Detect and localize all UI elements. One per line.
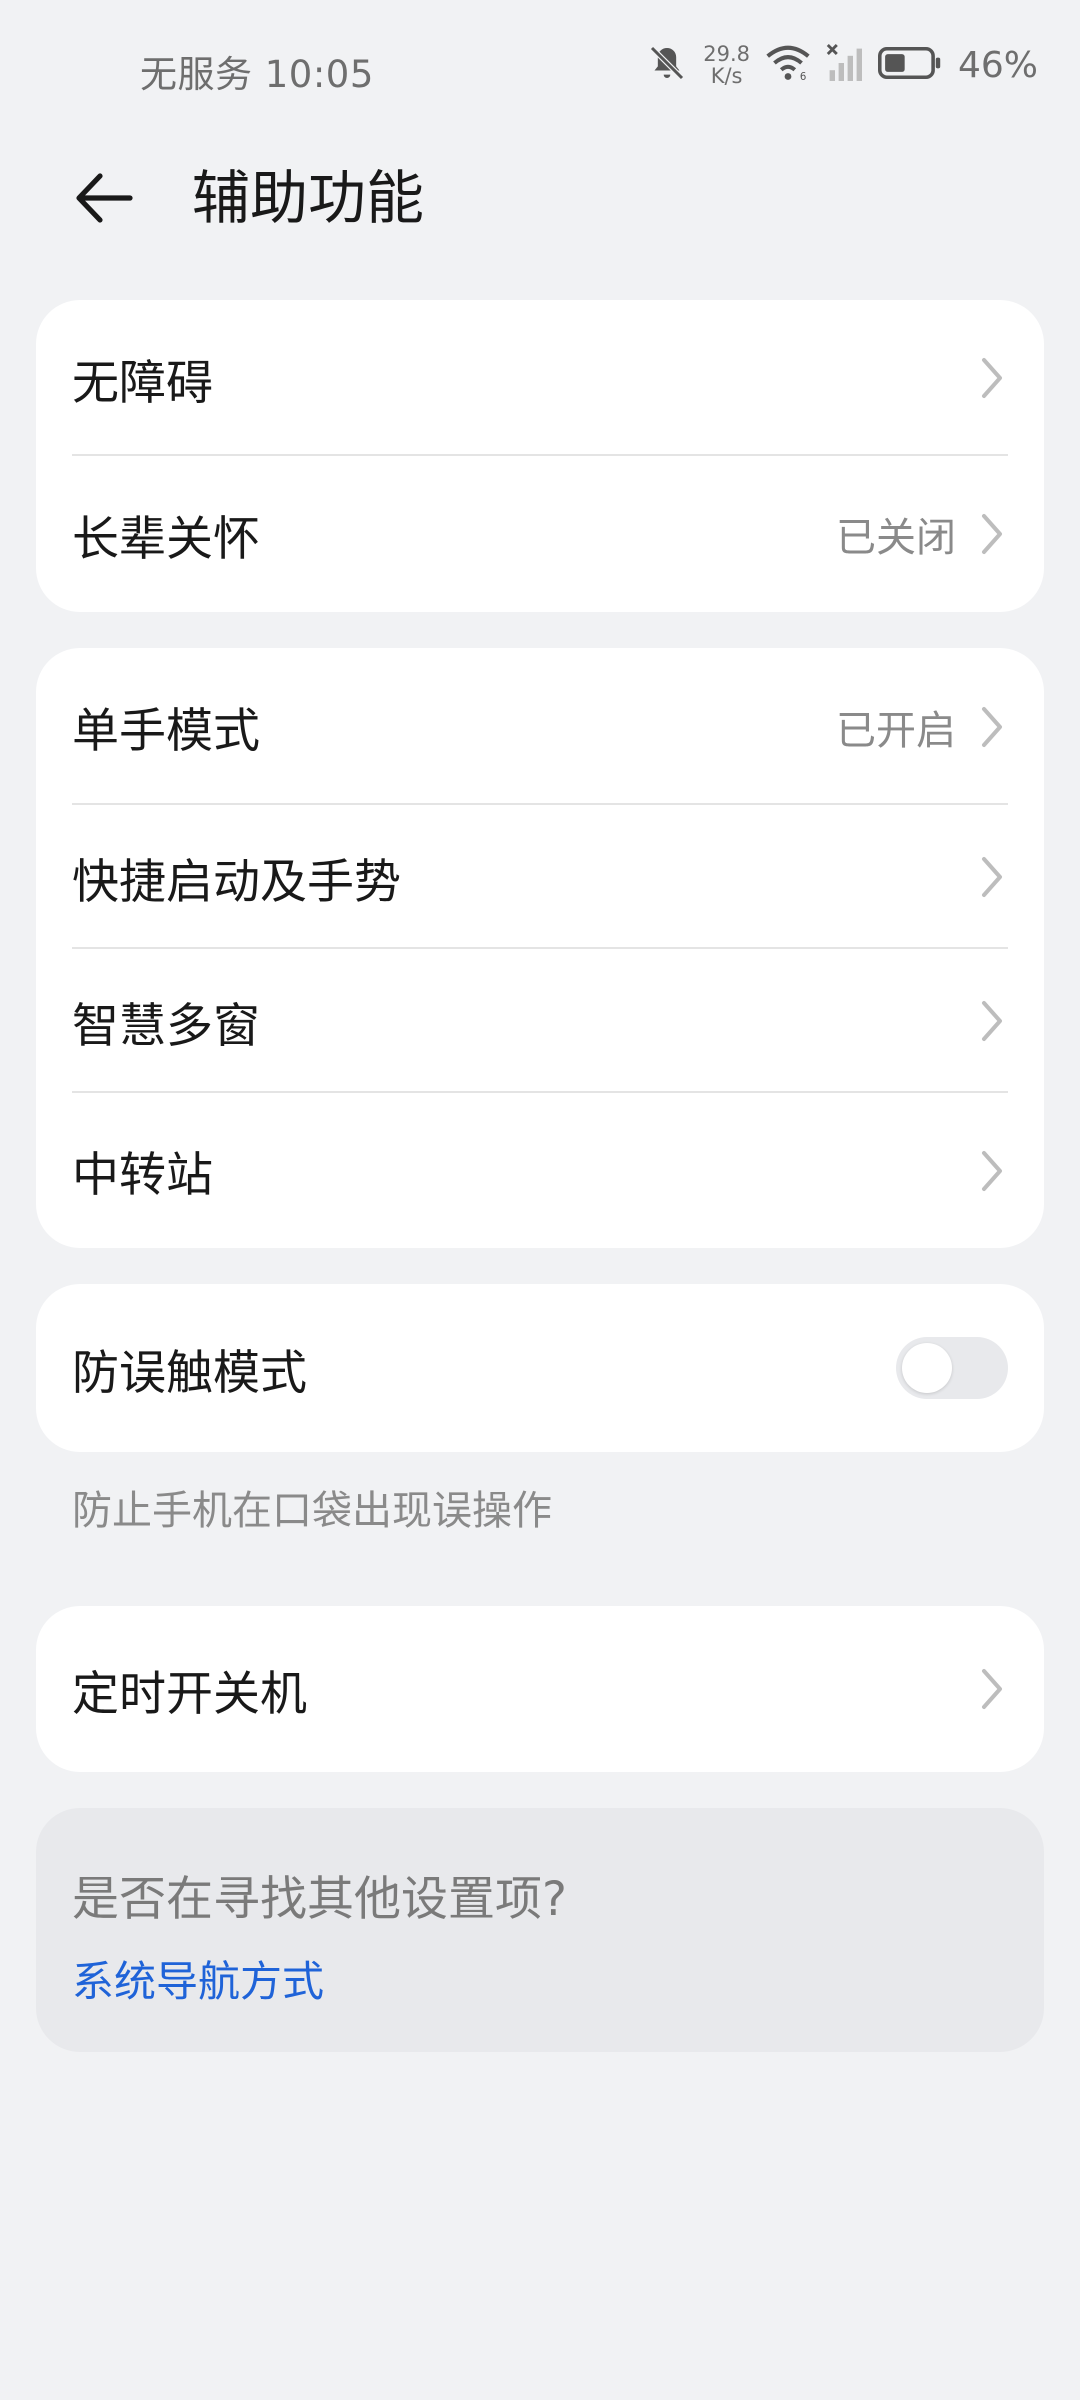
row-elder-care[interactable]: 长辈关怀 已关闭: [36, 456, 1044, 612]
toggle-knob: [902, 1343, 952, 1393]
pocket-mode-toggle[interactable]: [896, 1337, 1008, 1399]
row-label: 防误触模式: [72, 1345, 307, 1401]
page-title: 辅助功能: [192, 164, 425, 232]
chevron-right-icon: [980, 1666, 1008, 1712]
chevron-right-icon: [980, 1148, 1008, 1194]
card-pocket-mode: 防误触模式: [36, 1284, 1044, 1452]
row-value: 已开启: [836, 707, 956, 754]
row-label: 长辈关怀: [72, 511, 260, 567]
bell-mute-icon: [647, 43, 687, 87]
row-accessibility[interactable]: 无障碍: [36, 300, 1044, 456]
status-carrier-time: 无服务 10:05: [140, 53, 374, 96]
row-label: 智慧多窗: [72, 998, 260, 1054]
chevron-right-icon: [980, 355, 1008, 401]
row-smart-multiwindow[interactable]: 智慧多窗: [36, 949, 1044, 1093]
row-label: 快捷启动及手势: [72, 854, 401, 910]
suggestion-title: 是否在寻找其他设置项?: [72, 1872, 567, 1927]
row-scheduled-power[interactable]: 定时开关机: [36, 1606, 1044, 1772]
chevron-right-icon: [980, 704, 1008, 750]
chevron-right-icon: [980, 511, 1008, 557]
net-speed-unit: K/s: [710, 64, 743, 88]
row-value: 已关闭: [836, 515, 956, 561]
net-speed-value: 29.8: [703, 42, 750, 66]
row-pocket-mode: 防误触模式: [36, 1284, 1044, 1452]
row-one-hand-mode[interactable]: 单手模式 已开启: [36, 648, 1044, 805]
system-navigation-link[interactable]: 系统导航方式: [72, 1948, 324, 2009]
chevron-right-icon: [980, 854, 1008, 900]
signal-icon: [826, 43, 862, 87]
app-bar: 辅助功能: [0, 130, 1080, 260]
row-label: 无障碍: [72, 355, 213, 411]
back-arrow-icon: [76, 173, 133, 223]
row-shortcuts-gestures[interactable]: 快捷启动及手势: [36, 805, 1044, 949]
row-label: 中转站: [72, 1148, 213, 1203]
card-scheduled-power: 定时开关机: [36, 1606, 1044, 1772]
pocket-mode-helper: 防止手机在口袋出现误操作: [72, 1488, 552, 1534]
card-gestures: 单手模式 已开启 快捷启动及手势 智慧多窗 中转站: [36, 648, 1044, 1248]
status-icons: 29.8 K/s 6 46%: [647, 40, 1038, 90]
svg-text:6: 6: [800, 72, 806, 83]
row-transfer-station[interactable]: 中转站: [36, 1093, 1044, 1248]
battery-icon: [877, 45, 942, 85]
chevron-right-icon: [980, 998, 1008, 1044]
net-speed: 29.8 K/s: [703, 43, 750, 87]
row-label: 定时开关机: [72, 1666, 307, 1722]
battery-percent: 46%: [957, 44, 1038, 86]
status-bar: 无服务 10:05 29.8 K/s 6 46%: [0, 0, 1080, 130]
row-label: 单手模式: [72, 704, 260, 759]
suggestion-card: 是否在寻找其他设置项? 系统导航方式: [36, 1808, 1044, 2052]
card-accessibility: 无障碍 长辈关怀 已关闭: [36, 300, 1044, 612]
wifi-icon: 6: [766, 43, 810, 87]
back-button[interactable]: [64, 158, 144, 238]
